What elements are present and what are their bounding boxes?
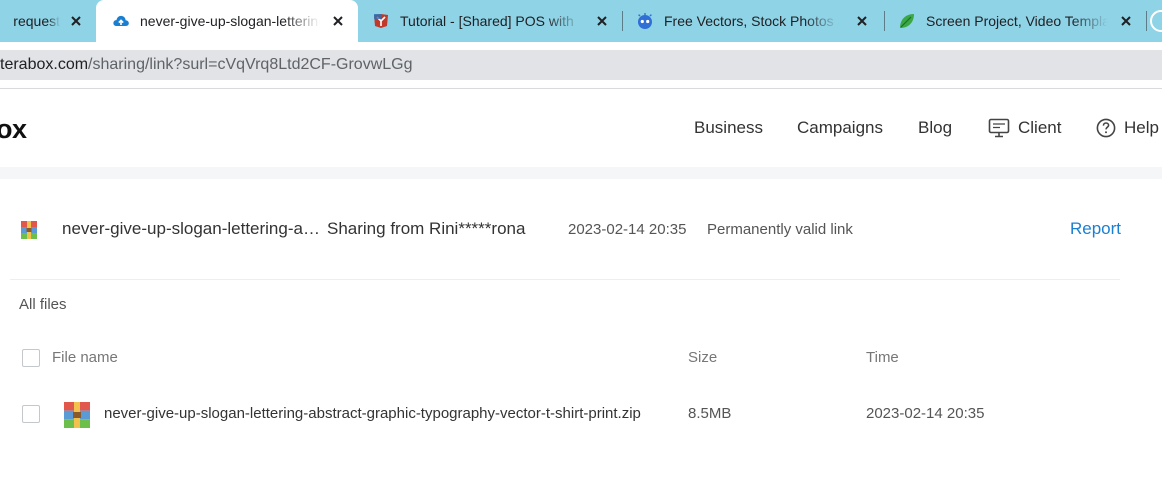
close-icon[interactable] <box>854 13 870 29</box>
tab-title: Free Vectors, Stock Photos & <box>664 13 839 29</box>
nav-campaigns-label: Campaigns <box>797 118 883 137</box>
share-filename: never-give-up-slogan-lettering-abstract-… <box>62 219 320 238</box>
site-header: ox Business Campaigns Blog Client Help <box>0 89 1162 167</box>
share-owner: Sharing from Rini*****rona <box>327 219 526 238</box>
nav-help[interactable]: Help <box>1096 89 1159 167</box>
monitor-icon <box>988 118 1010 138</box>
close-icon[interactable] <box>330 13 346 29</box>
nav-business[interactable]: Business <box>694 89 763 167</box>
select-all-checkbox[interactable] <box>22 349 40 367</box>
tab-separator <box>622 11 623 31</box>
nav-client[interactable]: Client <box>988 89 1061 167</box>
header-shadow-band <box>0 167 1162 179</box>
row-checkbox[interactable] <box>22 405 40 423</box>
tab-title: Tutorial - [Shared] POS with <box>400 13 574 29</box>
robot-face-icon <box>638 13 652 29</box>
column-header-size: Size <box>688 349 718 366</box>
close-icon[interactable] <box>1118 13 1134 29</box>
share-validity: Permanently valid link <box>707 221 853 238</box>
url-host: terabox.com <box>0 56 89 73</box>
new-tab-button[interactable] <box>1150 10 1162 32</box>
column-header-name: File name <box>52 349 118 366</box>
browser-tab-request[interactable]: request <box>0 0 96 42</box>
file-name[interactable]: never-give-up-slogan-lettering-abstract-… <box>104 405 641 422</box>
archive-file-icon <box>64 402 90 428</box>
share-divider <box>10 279 1120 280</box>
browser-tab-terabox[interactable]: never-give-up-slogan-lettering <box>96 0 358 42</box>
archive-file-icon <box>21 221 37 239</box>
share-date: 2023-02-14 20:35 <box>568 221 687 238</box>
nav-help-label: Help <box>1124 118 1159 137</box>
nav-blog-label: Blog <box>918 118 953 137</box>
leaf-icon <box>900 14 914 28</box>
tab-title: request <box>13 13 60 29</box>
table-row[interactable]: never-give-up-slogan-lettering-abstract-… <box>0 392 1162 436</box>
browser-tab-free-vectors[interactable]: Free Vectors, Stock Photos & <box>624 0 882 42</box>
file-time: 2023-02-14 20:35 <box>866 405 985 422</box>
tab-separator <box>1146 11 1147 31</box>
file-size: 8.5MB <box>688 405 732 422</box>
tab-title: never-give-up-slogan-lettering <box>140 13 320 29</box>
nav-blog[interactable]: Blog <box>918 89 952 167</box>
browser-tab-tutorial[interactable]: Tutorial - [Shared] POS with <box>360 0 622 42</box>
url-field[interactable]: terabox.com/sharing/link?surl=cVqVrq8Ltd… <box>0 50 1162 80</box>
breadcrumb-all-files[interactable]: All files <box>19 296 67 313</box>
url-path: /sharing/link?surl=cVqVrq8Ltd2CF-GrovwLG… <box>88 56 413 73</box>
tab-title: Screen Project, Video Template <box>926 13 1108 29</box>
tab-separator <box>884 11 885 31</box>
browser-tab-screen-project[interactable]: Screen Project, Video Template <box>886 0 1146 42</box>
address-bar: terabox.com/sharing/link?surl=cVqVrq8Ltd… <box>0 42 1162 88</box>
close-icon[interactable] <box>68 13 84 29</box>
nav-client-label: Client <box>1018 118 1062 137</box>
report-link[interactable]: Report <box>1070 219 1121 239</box>
nav-campaigns[interactable]: Campaigns <box>797 89 883 167</box>
vscode-like-icon <box>374 14 388 28</box>
browser-tabstrip: request never-give-up-slogan-lettering T… <box>0 0 1162 42</box>
help-circle-icon <box>1096 118 1116 138</box>
site-logo[interactable]: ox <box>0 114 27 145</box>
close-icon[interactable] <box>594 13 610 29</box>
cloud-upload-icon <box>113 15 129 26</box>
nav-business-label: Business <box>694 118 763 137</box>
column-header-time: Time <box>866 349 899 366</box>
